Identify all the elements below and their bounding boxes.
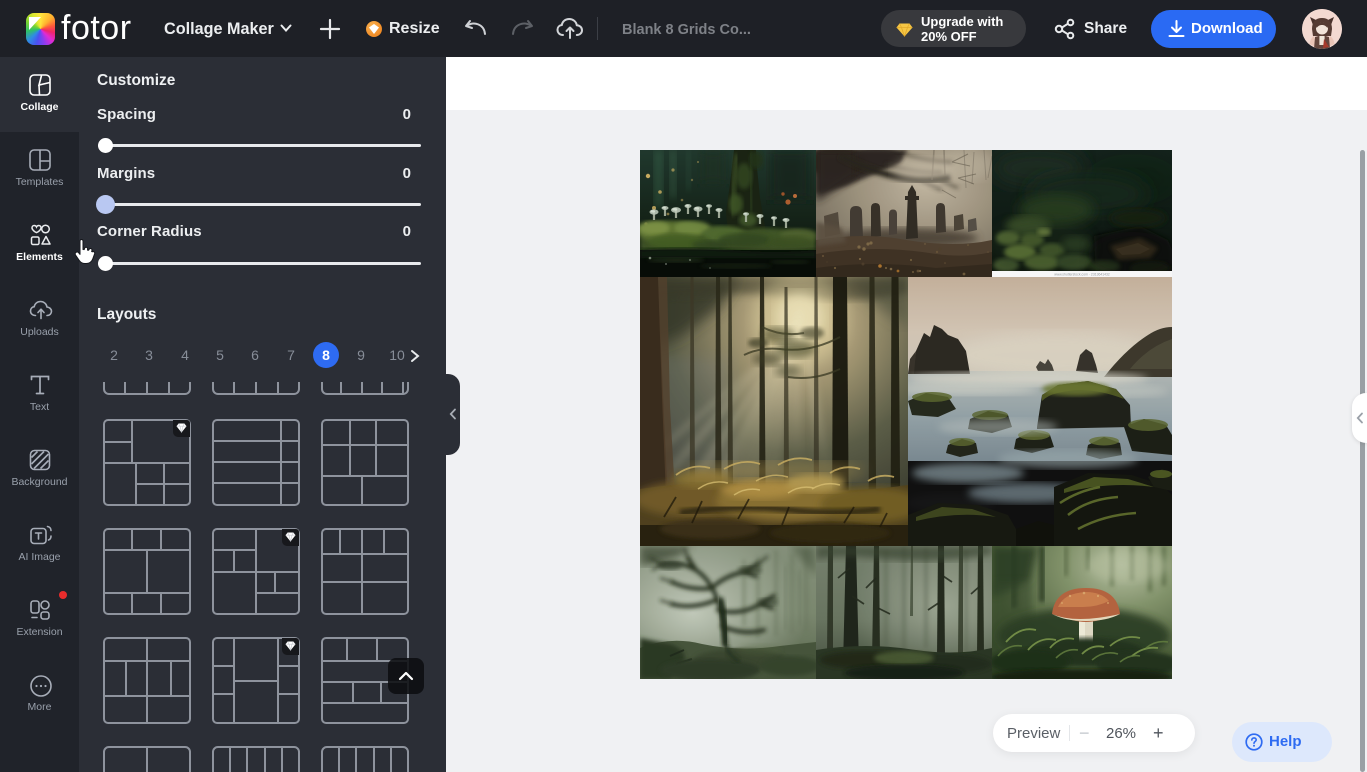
svg-text:www.shutterstock.com · 2313641: www.shutterstock.com · 2313641432 <box>1054 273 1110 277</box>
